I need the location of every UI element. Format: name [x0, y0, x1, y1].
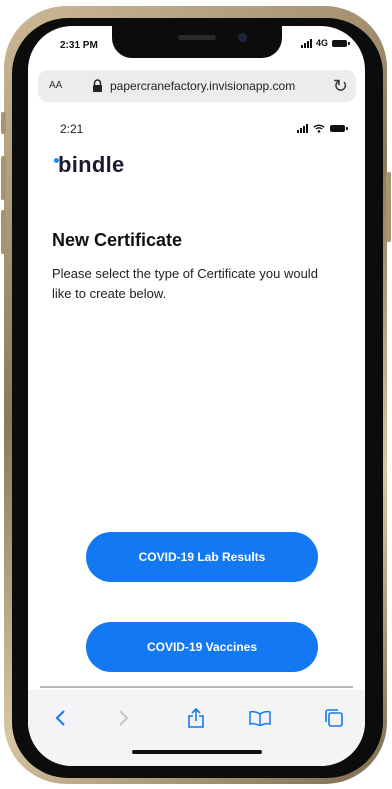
battery-icon [332, 39, 350, 47]
wifi-icon [313, 124, 325, 133]
speaker-grille [178, 35, 216, 40]
app-status-time: 2:21 [60, 122, 84, 136]
power-button [386, 172, 391, 242]
bookmarks-icon[interactable] [248, 706, 272, 730]
home-indicator[interactable] [132, 750, 262, 754]
url-text[interactable]: papercranefactory.invisionapp.com [110, 79, 295, 93]
signal-icon [297, 124, 308, 133]
signal-icon [300, 38, 312, 48]
address-bar[interactable]: AA papercranefactory.invisionapp.com ↻ [38, 70, 356, 102]
share-icon[interactable] [184, 706, 208, 730]
battery-icon [330, 125, 348, 132]
tabs-icon[interactable] [322, 706, 346, 730]
lock-icon [93, 79, 102, 92]
device-status-indicators: 4G [300, 38, 350, 48]
app-status-indicators [297, 124, 348, 133]
app-page: 2:21 bindle New Certificate Please selec… [28, 104, 365, 684]
page-title: New Certificate [52, 230, 183, 250]
mute-switch [1, 112, 6, 134]
page-description: Please select the type of Certificate yo… [52, 266, 318, 301]
device-status-time: 2:31 PM [60, 40, 98, 51]
bindle-logo: bindle [58, 152, 125, 177]
browser-toolbar [28, 690, 365, 766]
reload-icon[interactable]: ↻ [333, 76, 348, 97]
back-icon[interactable] [48, 706, 72, 730]
covid-vaccines-button[interactable]: COVID-19 Vaccines [86, 622, 318, 672]
volume-up-button [1, 156, 6, 200]
volume-down-button [1, 210, 6, 254]
network-type: 4G [315, 38, 328, 48]
covid-lab-results-button[interactable]: COVID-19 Lab Results [86, 532, 318, 582]
toolbar-divider [40, 686, 353, 688]
text-size-button[interactable]: AA [49, 80, 62, 91]
notch [112, 26, 282, 58]
front-camera [238, 33, 247, 42]
phone-screen: 2:31 PM 4G AA papercranefactory.invision… [28, 26, 365, 766]
forward-icon[interactable] [112, 706, 136, 730]
